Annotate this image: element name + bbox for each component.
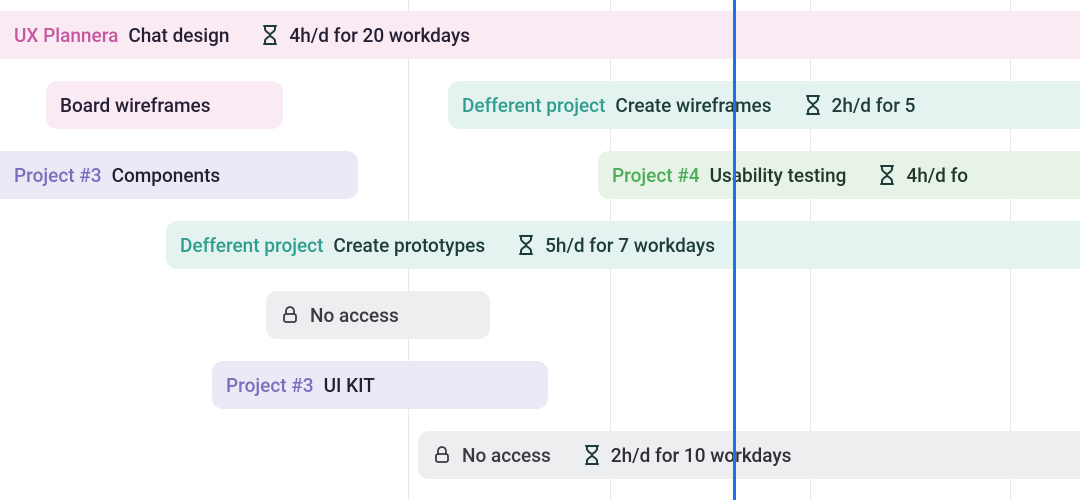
- task-effort: 5h/d for 7 workdays: [545, 234, 715, 257]
- timeline-row: Project #3 Components Project #4 Usability …: [0, 140, 1080, 210]
- task-bar[interactable]: Project #3 Components: [0, 151, 358, 199]
- task-project: Defferent project: [462, 94, 605, 117]
- task-title: Create wireframes: [615, 94, 771, 117]
- hourglass-icon: [804, 94, 822, 116]
- task-bar[interactable]: Defferent project Create wireframes 2h/d f…: [448, 81, 1080, 129]
- task-project: Project #3: [14, 164, 102, 187]
- task-effort: 2h/d for 10 workdays: [611, 444, 792, 467]
- timeline-row: Project #3 UI KIT: [0, 350, 1080, 420]
- timeline-row: Defferent project Create prototypes 5h/d f…: [0, 210, 1080, 280]
- task-project: Project #3: [226, 374, 314, 397]
- task-bar[interactable]: Project #4 Usability testing 4h/d fo: [598, 151, 1080, 199]
- task-title: No access: [310, 304, 399, 327]
- task-bar[interactable]: Project #3 UI KIT: [212, 361, 548, 409]
- hourglass-icon: [261, 24, 279, 46]
- task-title: UI KIT: [324, 374, 375, 397]
- timeline-row: No access: [0, 280, 1080, 350]
- task-bar[interactable]: UX Plannera Chat design 4h/d for 20 workda…: [0, 11, 1080, 59]
- task-bar[interactable]: Defferent project Create prototypes 5h/d f…: [166, 221, 1080, 269]
- task-title: Board wireframes: [60, 94, 211, 117]
- hourglass-icon: [583, 444, 601, 466]
- timeline-row: Board wireframes Defferent project Create …: [0, 70, 1080, 140]
- task-title: Components: [112, 164, 221, 187]
- task-project: Project #4: [612, 164, 700, 187]
- task-bar[interactable]: No access 2h/d for 10 workdays: [418, 431, 1080, 479]
- task-bar[interactable]: Board wireframes: [46, 81, 283, 129]
- task-title: No access: [462, 444, 551, 467]
- timeline-row: No access 2h/d for 10 workdays: [0, 420, 1080, 490]
- task-effort: 4h/d fo: [906, 164, 968, 187]
- task-title: Create prototypes: [333, 234, 485, 257]
- hourglass-icon: [517, 234, 535, 256]
- lock-icon: [432, 445, 452, 465]
- task-title: Chat design: [128, 24, 229, 47]
- timeline-row: UX Plannera Chat design 4h/d for 20 workda…: [0, 0, 1080, 70]
- task-bar[interactable]: No access: [266, 291, 490, 339]
- task-project: Defferent project: [180, 234, 323, 257]
- hourglass-icon: [878, 164, 896, 186]
- lock-icon: [280, 305, 300, 325]
- task-effort: 4h/d for 20 workdays: [289, 24, 470, 47]
- task-effort: 2h/d for 5: [832, 94, 916, 117]
- task-title: Usability testing: [710, 164, 847, 187]
- task-project: UX Plannera: [14, 24, 118, 47]
- today-indicator: [733, 0, 736, 500]
